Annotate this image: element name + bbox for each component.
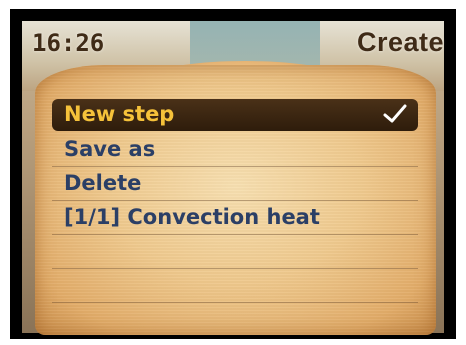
page-title: Create — [356, 27, 444, 57]
menu-item-label: Save as — [64, 137, 156, 161]
menu-item-label: Delete — [64, 171, 142, 195]
status-bar: 16:26 Create — [32, 27, 444, 61]
menu-item-convection-heat[interactable]: [1/1] Convection heat — [52, 201, 418, 235]
menu-item-label: New step — [64, 102, 175, 126]
clock-time: 16:26 — [32, 29, 105, 57]
menu-item-save-as[interactable]: Save as — [52, 133, 418, 167]
menu-item-empty — [52, 269, 418, 303]
menu-item-delete[interactable]: Delete — [52, 167, 418, 201]
device-screen: 16:26 Create New step Save as Delete [1/… — [10, 9, 456, 339]
checkmark-icon — [383, 104, 407, 123]
menu-item-empty — [52, 235, 418, 269]
menu-item-new-step[interactable]: New step — [52, 99, 418, 131]
menu-list: New step Save as Delete [1/1] Convection… — [52, 99, 418, 303]
menu-item-label: [1/1] Convection heat — [64, 205, 320, 229]
